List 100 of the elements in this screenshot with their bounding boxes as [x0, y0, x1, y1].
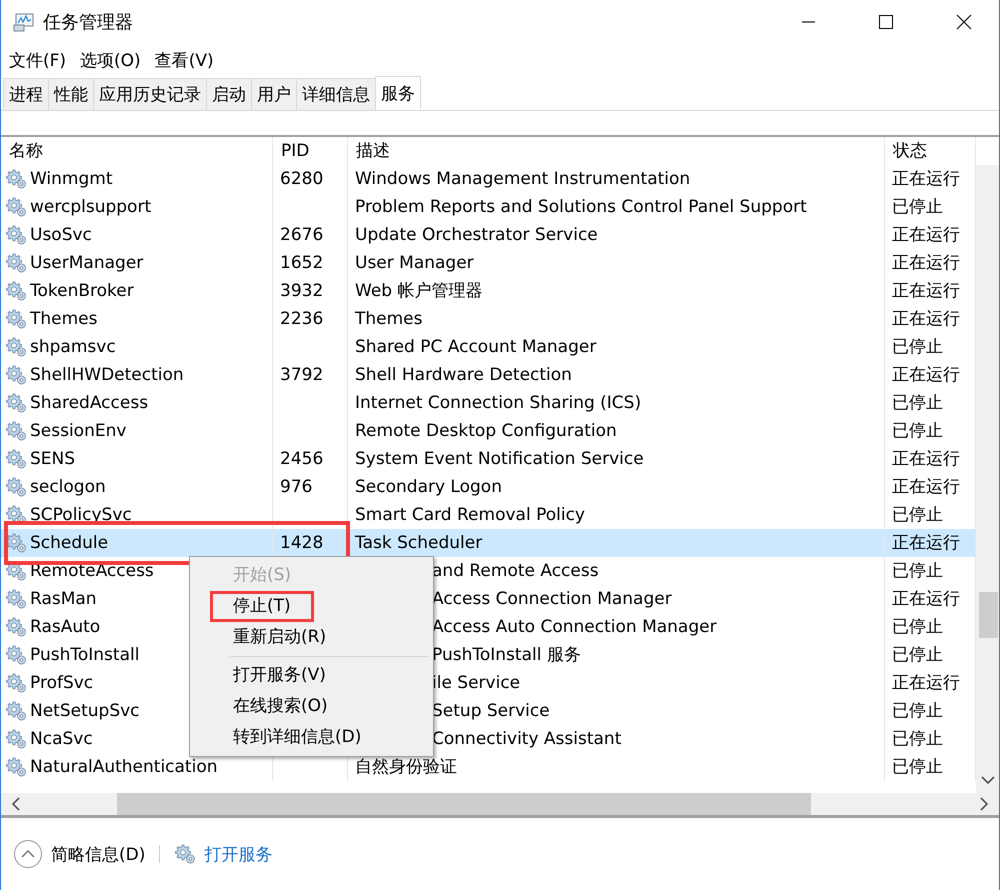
- scroll-right-icon[interactable]: [979, 796, 989, 812]
- gears-icon: [5, 197, 27, 217]
- vertical-scrollbar[interactable]: [976, 165, 999, 793]
- horizontal-scrollbar[interactable]: [1, 793, 999, 818]
- menu-item[interactable]: 选项(O): [80, 48, 141, 72]
- scrollbar-thumb[interactable]: [979, 592, 998, 638]
- gears-icon: [5, 309, 27, 329]
- gears-icon: [5, 421, 27, 441]
- gears-icon: [5, 533, 27, 553]
- table-cell: 976: [280, 477, 312, 497]
- tab[interactable]: 服务: [375, 76, 421, 109]
- table-cell: 自然身份验证: [355, 757, 457, 777]
- table-cell: 已停止: [892, 617, 943, 637]
- collapse-button[interactable]: [13, 839, 43, 869]
- tab[interactable]: 应用历史记录: [93, 78, 207, 110]
- table-cell: Internet Connection Sharing (ICS): [355, 393, 642, 413]
- menu-item[interactable]: 查看(V): [154, 48, 214, 72]
- selected-row[interactable]: Schedule 1428 Task Scheduler 正在运行: [1, 529, 976, 557]
- column-header[interactable]: 状态: [885, 137, 976, 165]
- table-row[interactable]: SENS 2456 System Event Notification Service 正在运行: [1, 445, 976, 473]
- table-row[interactable]: UserManager 1652 User Manager 正在运行: [1, 249, 976, 277]
- gears-icon: [5, 645, 27, 665]
- gears-icon: [5, 673, 27, 693]
- table-row[interactable]: wercplsupport Problem Reports and Solutions Control Panel Support 已停止: [1, 193, 976, 221]
- table-row[interactable]: SharedAccess Internet Connection Sharing (ICS) 已停止: [1, 389, 976, 417]
- minimize-icon: [802, 21, 814, 23]
- table-cell-text: wercplsupport: [30, 196, 152, 219]
- gears-icon: [5, 337, 27, 357]
- table-cell: 已停止: [892, 757, 943, 777]
- table-cell: Web 帐户管理器: [355, 281, 482, 301]
- table-row[interactable]: UsoSvc 2676 Update Orchestrator Service 正在运行: [1, 221, 976, 249]
- menu-item[interactable]: 文件(F): [9, 48, 66, 72]
- table-row[interactable]: Themes 2236 Themes 正在运行: [1, 305, 976, 333]
- table-cell: 正在运行: [892, 589, 960, 609]
- table-row[interactable]: Winmgmt 6280 Windows Management Instrumentation 正在运行: [1, 165, 976, 193]
- column-header[interactable]: 名称: [1, 137, 273, 165]
- tab[interactable]: 性能: [48, 78, 94, 110]
- gears-icon: [5, 169, 27, 189]
- gears-icon: [5, 757, 27, 777]
- table-cell: 正在运行: [892, 253, 960, 273]
- table-cell-text: RasAuto: [30, 616, 100, 639]
- table-row[interactable]: shpamsvc Shared PC Account Manager 已停止: [1, 333, 976, 361]
- app-icon: [13, 12, 35, 32]
- column-header[interactable]: PID: [273, 137, 348, 165]
- column-header[interactable]: 描述: [348, 137, 885, 165]
- table-cell: 已停止: [892, 393, 943, 413]
- table-cell: Setup Service: [432, 701, 550, 721]
- gears-icon: [5, 281, 27, 301]
- table-cell: 已停止: [892, 505, 943, 525]
- table-row[interactable]: ShellHWDetection 3792 Shell Hardware Detection 正在运行: [1, 361, 976, 389]
- gears-icon: [5, 253, 27, 273]
- tab[interactable]: 用户: [251, 78, 297, 110]
- details-toggle[interactable]: 简略信息(D): [51, 842, 146, 866]
- table-cell: 2236: [280, 309, 324, 329]
- table-cell: 正在运行: [892, 477, 960, 497]
- gears-icon: [5, 449, 27, 469]
- table-cell-text: Schedule: [30, 532, 108, 555]
- table-cell: User Manager: [355, 253, 474, 273]
- table-cell: 2676: [280, 225, 324, 245]
- table-cell: 2456: [280, 449, 324, 469]
- table-cell: Secondary Logon: [355, 477, 502, 497]
- table-cell: Access Connection Manager: [432, 589, 672, 609]
- table-cell-text: NaturalAuthentication: [30, 756, 218, 779]
- table-cell-text: Winmgmt: [30, 168, 113, 191]
- table-cell-text: NcaSvc: [30, 728, 93, 751]
- tab[interactable]: 启动: [206, 78, 252, 110]
- menu-item[interactable]: 停止(T): [210, 591, 314, 622]
- table-cell-text: ProfSvc: [30, 672, 94, 695]
- table-cell: 已停止: [892, 701, 943, 721]
- table-cell: 正在运行: [892, 169, 960, 189]
- table-cell: 已停止: [892, 337, 943, 357]
- table-row[interactable]: seclogon 976 Secondary Logon 正在运行: [1, 473, 976, 501]
- table-cell: 正在运行: [892, 449, 960, 469]
- tab[interactable]: 详细信息: [296, 78, 376, 110]
- gears-icon: [5, 729, 27, 749]
- table-cell: 正在运行: [892, 309, 960, 329]
- table-cell-text: NetSetupSvc: [30, 700, 140, 723]
- table-cell: 3932: [280, 281, 324, 301]
- table-cell: 正在运行: [892, 673, 960, 693]
- table-cell: PushToInstall 服务: [432, 645, 581, 665]
- table-cell-text: ShellHWDetection: [30, 364, 184, 387]
- menu-item[interactable]: 转到详细信息(D): [210, 722, 384, 753]
- gears-icon: [5, 589, 27, 609]
- table-cell-text: SharedAccess: [30, 392, 148, 415]
- scroll-down-icon[interactable]: [980, 775, 996, 785]
- table-row[interactable]: SessionEnv Remote Desktop Configuration 已停止: [1, 417, 976, 445]
- tab[interactable]: 进程: [3, 78, 49, 110]
- table-cell: 1428: [280, 533, 324, 553]
- maximize-icon: [878, 14, 894, 30]
- table-cell: Task Scheduler: [355, 533, 482, 553]
- table-cell-text: shpamsvc: [30, 336, 116, 359]
- table-cell: Problem Reports and Solutions Control Panel Support: [355, 197, 807, 217]
- window-title: 任务管理器: [43, 11, 134, 34]
- table-cell: Access Auto Connection Manager: [432, 617, 717, 637]
- gears-icon: [5, 617, 27, 637]
- scroll-left-icon[interactable]: [11, 796, 21, 812]
- table-row[interactable]: TokenBroker 3932 Web 帐户管理器 正在运行: [1, 277, 976, 305]
- table-cell: Remote Desktop Configuration: [355, 421, 617, 441]
- open-services-link[interactable]: 打开服务: [204, 842, 272, 866]
- table-cell: Shared PC Account Manager: [355, 337, 596, 357]
